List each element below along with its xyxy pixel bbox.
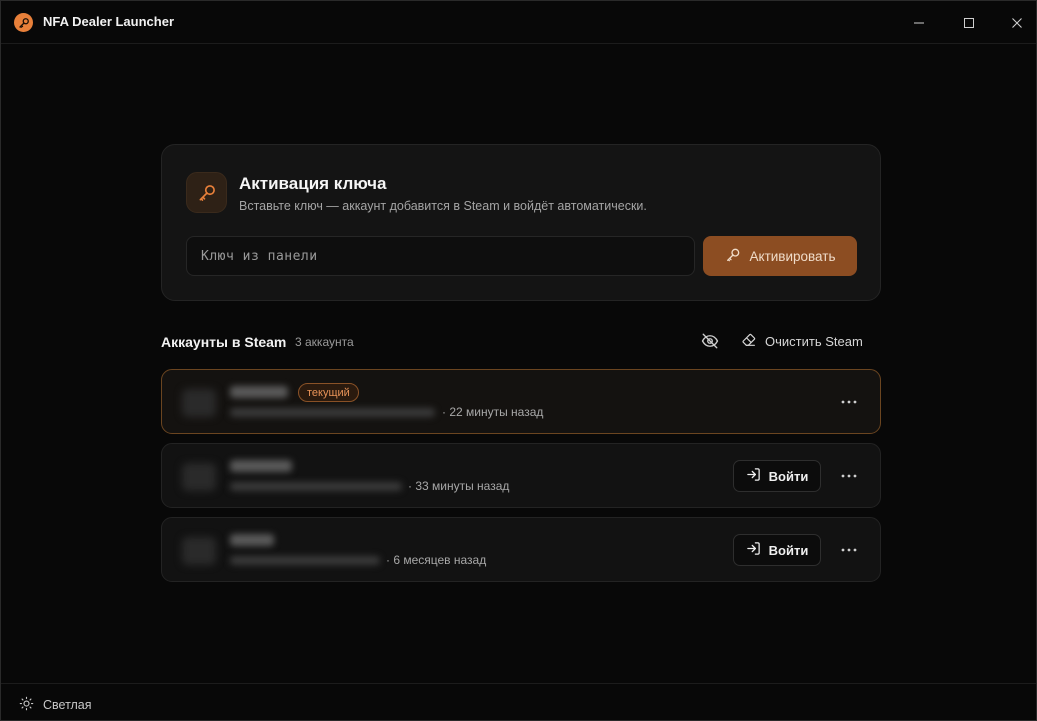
- key-icon: [725, 247, 741, 266]
- account-name-hidden: [230, 460, 292, 472]
- account-name-hidden: [230, 386, 288, 398]
- account-meta-hidden: [230, 482, 402, 491]
- login-button[interactable]: Войти: [733, 534, 821, 566]
- key-input[interactable]: [186, 236, 695, 276]
- footer-bar: Светлая: [1, 683, 1036, 720]
- accounts-title: Аккаунты в Steam: [161, 334, 287, 350]
- key-icon: [14, 13, 33, 32]
- account-last-seen: · 22 минуты назад: [442, 405, 544, 419]
- account-last-seen: · 6 месяцев назад: [386, 553, 487, 567]
- theme-toggle-button[interactable]: Светлая: [19, 696, 92, 714]
- avatar: [182, 463, 216, 491]
- eraser-icon: [741, 332, 757, 351]
- activation-subtitle: Вставьте ключ — аккаунт добавится в Stea…: [239, 199, 647, 213]
- more-horizontal-icon[interactable]: [838, 392, 860, 412]
- more-horizontal-icon[interactable]: [838, 466, 860, 486]
- login-button-label: Войти: [768, 468, 809, 484]
- clear-steam-button[interactable]: Очистить Steam: [741, 331, 863, 351]
- login-button-label: Войти: [768, 542, 809, 558]
- key-activation-card: Активация ключа Вставьте ключ — аккаунт …: [161, 144, 881, 301]
- maximize-icon[interactable]: [959, 13, 979, 33]
- account-last-seen: · 33 минуты назад: [408, 479, 510, 493]
- activation-title: Активация ключа: [239, 174, 387, 193]
- login-arrow-icon: [746, 467, 761, 485]
- app-window: NFA Dealer Launcher Активация ключа Вста…: [0, 0, 1037, 721]
- activate-button-label: Активировать: [749, 248, 836, 264]
- theme-toggle-label: Светлая: [43, 698, 92, 712]
- account-name-hidden: [230, 534, 274, 546]
- sun-icon: [19, 696, 34, 714]
- account-meta-hidden: [230, 408, 435, 417]
- activate-button[interactable]: Активировать: [703, 236, 857, 276]
- account-row[interactable]: · 33 минуты назад Войти: [161, 443, 881, 508]
- login-button[interactable]: Войти: [733, 460, 821, 492]
- clear-steam-label: Очистить Steam: [765, 333, 863, 349]
- key-icon: [186, 172, 227, 213]
- avatar: [182, 537, 216, 565]
- accounts-count: 3 аккаунта: [295, 335, 354, 349]
- app-title: NFA Dealer Launcher: [43, 14, 175, 29]
- title-bar: NFA Dealer Launcher: [1, 1, 1036, 44]
- account-meta-hidden: [230, 556, 380, 565]
- current-badge: текущий: [298, 383, 359, 402]
- minimize-icon[interactable]: [909, 13, 929, 33]
- login-arrow-icon: [746, 541, 761, 559]
- more-horizontal-icon[interactable]: [838, 540, 860, 560]
- account-row[interactable]: · 6 месяцев назад Войти: [161, 517, 881, 582]
- close-icon[interactable]: [1007, 13, 1027, 33]
- eye-off-icon[interactable]: [699, 330, 721, 352]
- avatar: [182, 389, 216, 417]
- account-row[interactable]: текущий · 22 минуты назад: [161, 369, 881, 434]
